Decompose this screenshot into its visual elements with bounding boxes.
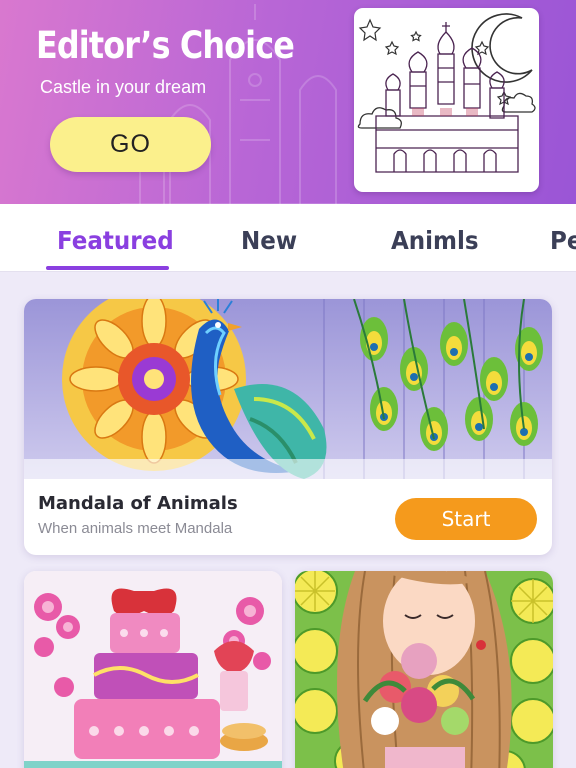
cake-artwork [24, 571, 282, 768]
editors-choice-banner[interactable]: Editor’s Choice Castle in your dream GO [0, 0, 576, 204]
tab-pe[interactable]: Pe [550, 226, 576, 255]
featured-collection-card[interactable]: Mandala of Animals When animals meet Man… [24, 299, 552, 555]
star-icons [358, 18, 512, 106]
moon-icon [471, 13, 533, 83]
peacock-mandala-artwork [24, 299, 552, 479]
banner-subtitle: Castle in your dream [40, 77, 207, 97]
castle-line-art-image [357, 13, 536, 173]
girl-flowers-artwork [295, 571, 553, 768]
category-tabs: Featured New Animls Pe [0, 204, 576, 272]
tab-animls[interactable]: Animls [391, 226, 479, 255]
featured-title: Mandala of Animals [38, 493, 238, 514]
featured-subtitle: When animals meet Mandala [38, 520, 233, 537]
girl-flowers-coloring-card[interactable] [295, 571, 553, 768]
castle-thumbnail[interactable] [354, 8, 539, 192]
go-button[interactable]: GO [50, 117, 211, 172]
tab-new[interactable]: New [241, 226, 297, 255]
cake-coloring-card[interactable] [24, 571, 282, 768]
tab-featured[interactable]: Featured [57, 226, 174, 255]
start-button[interactable]: Start [395, 498, 537, 540]
active-tab-indicator [46, 266, 169, 270]
banner-title: Editor’s Choice [36, 24, 295, 67]
